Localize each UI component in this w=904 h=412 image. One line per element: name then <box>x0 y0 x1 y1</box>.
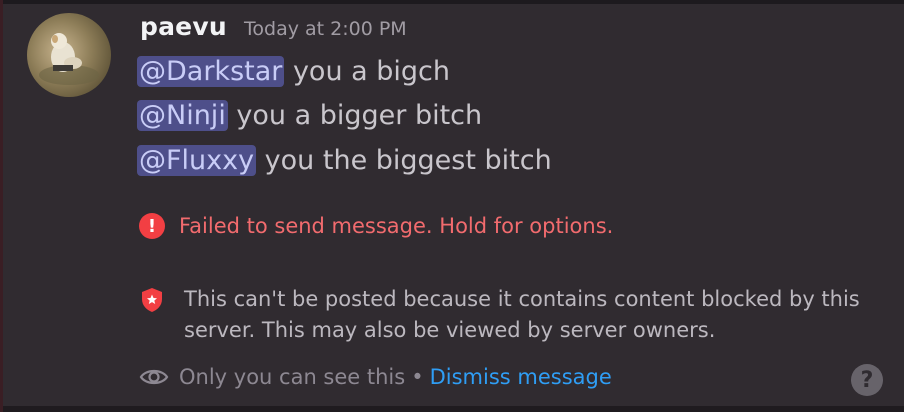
visibility-text: Only you can see this <box>179 365 406 389</box>
notice-text: This can't be posted because it contains… <box>184 287 860 342</box>
help-icon[interactable]: ? <box>851 364 883 396</box>
eye-icon <box>139 369 169 385</box>
dismiss-message-link[interactable]: Dismiss message <box>430 365 612 389</box>
timestamp: Today at 2:00 PM <box>244 18 407 40</box>
message-text: you a bigger bitch <box>227 100 483 131</box>
message-container: paevu Today at 2:00 PM @Darkstar you a b… <box>0 0 904 412</box>
send-error-text: Failed to send message. Hold for options… <box>179 214 614 238</box>
user-mention[interactable]: @Darkstar <box>137 56 285 87</box>
shield-star-icon <box>142 288 162 312</box>
avatar[interactable] <box>27 13 111 97</box>
username[interactable]: paevu <box>140 12 227 41</box>
bottom-divider <box>3 406 904 412</box>
top-divider <box>3 0 904 4</box>
user-mention[interactable]: @Fluxxy <box>137 145 257 176</box>
automod-notice: This can't be posted because it contains… <box>140 284 900 346</box>
exclamation-icon: ! <box>139 213 165 239</box>
ephemeral-footer: Only you can see this • Dismiss message <box>139 365 612 389</box>
user-mention[interactable]: @Ninji <box>137 100 228 131</box>
message-text: you the biggest bitch <box>256 145 552 176</box>
message-text: you a bigch <box>284 56 451 87</box>
message-line: @Darkstar you a bigch <box>137 56 450 87</box>
avatar-image <box>39 33 99 85</box>
message-line: @Ninji you a bigger bitch <box>137 100 482 131</box>
send-error[interactable]: ! Failed to send message. Hold for optio… <box>139 213 613 239</box>
separator-dot: • <box>411 365 424 389</box>
message-line: @Fluxxy you the biggest bitch <box>137 145 552 176</box>
